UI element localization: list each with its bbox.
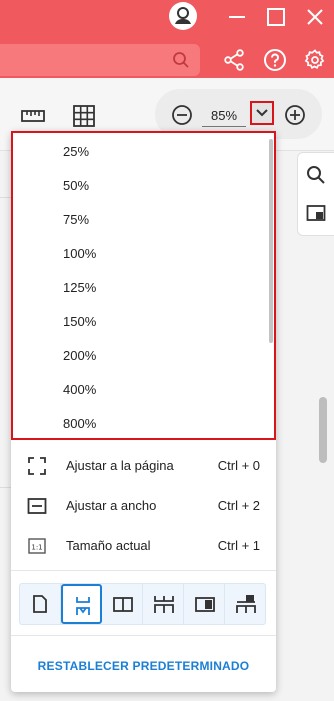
actual-size-option[interactable]: 1:1 Tamaño actual Ctrl + 1 — [11, 528, 276, 564]
zoom-dropdown-button[interactable] — [250, 101, 274, 125]
fit-option-shortcut: Ctrl + 0 — [217, 458, 260, 473]
zoom-option[interactable]: 400% — [63, 382, 96, 398]
close-icon[interactable] — [304, 6, 326, 28]
zoom-out-icon[interactable] — [171, 104, 193, 126]
zoom-option[interactable]: 125% — [63, 280, 96, 296]
search-icon[interactable] — [306, 165, 326, 185]
zoom-option[interactable]: 200% — [63, 348, 96, 364]
settings-icon[interactable] — [303, 48, 327, 72]
zoom-list-scrollbar[interactable] — [269, 139, 273, 343]
user-avatar-icon[interactable] — [169, 2, 197, 30]
zoom-menu: 25% 50% 75% 100% 125% 150% 200% 400% 800… — [11, 131, 276, 692]
minimize-icon[interactable] — [226, 6, 248, 28]
cover-continuous-icon[interactable] — [225, 584, 266, 624]
actual-size-icon: 1:1 — [27, 536, 47, 556]
fit-option-label: Tamaño actual — [66, 538, 151, 553]
panel-icon[interactable] — [306, 203, 326, 223]
grid-icon[interactable] — [72, 104, 96, 128]
single-page-icon[interactable] — [20, 584, 61, 624]
fit-page-icon — [27, 456, 47, 476]
two-page-continuous-icon[interactable] — [143, 584, 184, 624]
side-panel — [297, 152, 334, 236]
divider — [11, 570, 276, 571]
page-layout-selector — [19, 583, 266, 625]
chevron-down-icon — [256, 109, 268, 117]
svg-text:1:1: 1:1 — [31, 544, 42, 552]
continuous-page-icon[interactable] — [61, 584, 102, 624]
zoom-option[interactable]: 75% — [63, 212, 89, 228]
two-page-icon[interactable] — [102, 584, 143, 624]
maximize-icon[interactable] — [265, 6, 287, 28]
ruler-icon[interactable] — [21, 104, 45, 128]
zoom-option[interactable]: 800% — [63, 416, 96, 432]
fit-width-option[interactable]: Ajustar a ancho Ctrl + 2 — [11, 488, 276, 524]
fit-option-label: Ajustar a ancho — [66, 498, 157, 513]
cover-page-icon[interactable] — [184, 584, 225, 624]
zoom-options-list: 25% 50% 75% 100% 125% 150% 200% 400% 800… — [11, 131, 276, 440]
fit-option-shortcut: Ctrl + 1 — [217, 538, 260, 553]
title-bar — [0, 0, 334, 78]
zoom-option[interactable]: 150% — [63, 314, 96, 330]
reset-defaults-button[interactable]: RESTABLECER PREDETERMINADO — [11, 651, 276, 681]
zoom-level-input[interactable]: 85% — [202, 104, 246, 127]
fit-page-option[interactable]: Ajustar a la página Ctrl + 0 — [11, 448, 276, 484]
fit-option-label: Ajustar a la página — [66, 458, 174, 473]
help-icon[interactable] — [263, 48, 287, 72]
zoom-option[interactable]: 50% — [63, 178, 89, 194]
zoom-in-icon[interactable] — [284, 104, 306, 126]
search-icon[interactable] — [172, 51, 190, 74]
zoom-option[interactable]: 25% — [63, 144, 89, 160]
divider — [11, 635, 276, 636]
fit-option-shortcut: Ctrl + 2 — [217, 498, 260, 513]
document-scrollbar[interactable] — [319, 397, 327, 463]
fit-width-icon — [27, 496, 47, 516]
search-input[interactable] — [0, 44, 200, 76]
zoom-option[interactable]: 100% — [63, 246, 96, 262]
share-icon[interactable] — [222, 48, 246, 72]
